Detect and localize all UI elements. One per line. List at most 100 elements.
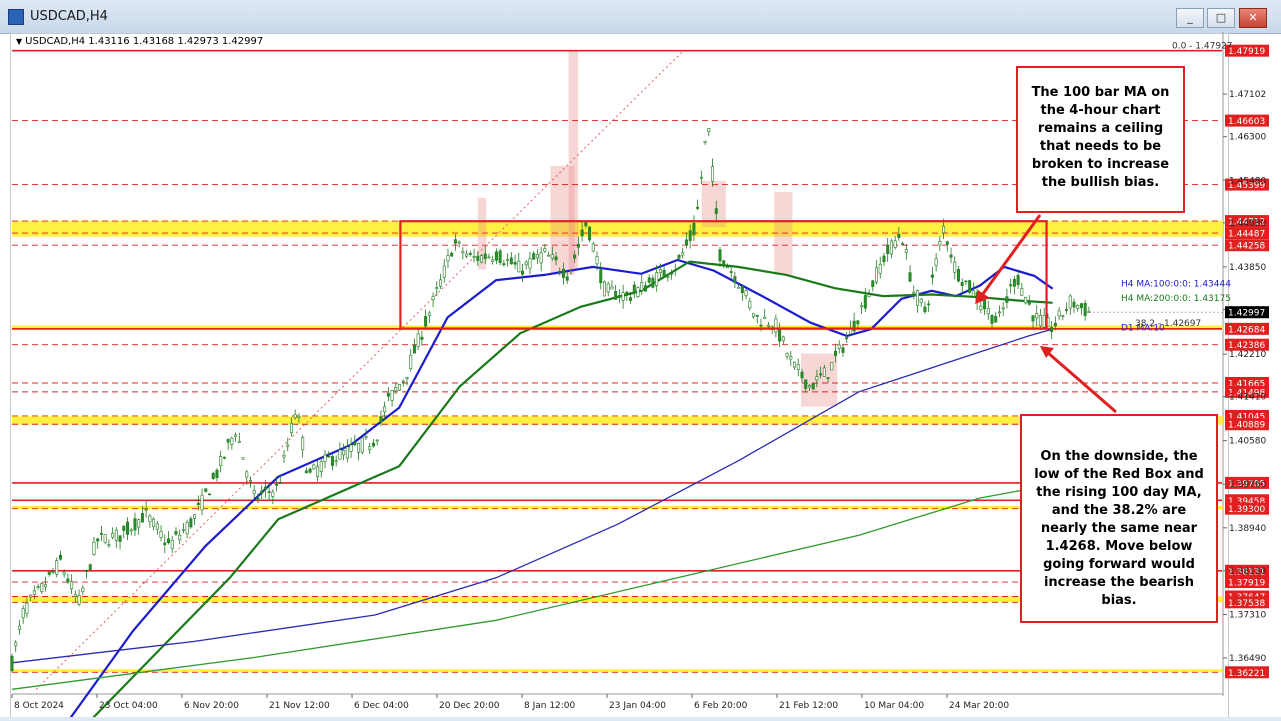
candle-body (282, 454, 286, 458)
candle-body (383, 406, 387, 413)
candle-body (673, 269, 677, 272)
candle-body (681, 252, 685, 256)
candle-body (353, 441, 357, 446)
candle-body (543, 248, 547, 252)
collapse-triangle-icon[interactable]: ▼ (16, 37, 22, 46)
candle-body (371, 442, 375, 447)
candle-body (647, 277, 651, 283)
candle-body (211, 472, 215, 479)
candle-body (155, 523, 159, 530)
candle-body (986, 308, 990, 315)
candle-body (342, 450, 346, 456)
time-tick-label: 20 Dec 20:00 (439, 701, 500, 711)
candle-body (167, 538, 171, 544)
candle-body (375, 439, 379, 442)
candle-body (983, 299, 987, 310)
candle-body (323, 454, 327, 462)
candle-body (561, 269, 565, 278)
candle-body (573, 254, 577, 259)
candle-body (491, 259, 495, 262)
price-tick-label: 1.38940 (1229, 524, 1266, 534)
candle-body (826, 377, 830, 379)
candle-body (219, 456, 223, 467)
candle-body (774, 318, 778, 333)
candle-body (278, 482, 282, 484)
candle-body (956, 269, 960, 282)
candle-body (435, 287, 439, 289)
candle-body (990, 314, 994, 324)
candle-body (77, 595, 81, 605)
candle-body (565, 276, 569, 281)
candle-body (442, 265, 446, 278)
price-level-label: 1.39300 (1228, 505, 1265, 515)
candle-body (509, 257, 513, 265)
candle-body (737, 286, 741, 289)
time-tick-label: 21 Feb 12:00 (779, 701, 838, 711)
candle-body (729, 271, 733, 273)
candle-body (524, 261, 528, 266)
candle-body (904, 249, 908, 253)
candle-body (1057, 310, 1061, 317)
candle-body (703, 140, 707, 143)
candle-body (368, 446, 372, 450)
candle-body (953, 261, 957, 273)
fib-level-label: 0.0 - 1.47927 (1172, 41, 1233, 51)
candle-body (785, 353, 789, 357)
candle-body (554, 256, 558, 261)
candle-body (640, 282, 644, 291)
candle-body (1024, 296, 1028, 304)
candle-body (871, 280, 875, 287)
candle-body (453, 239, 457, 244)
candle-body (1020, 288, 1024, 296)
candle-body (230, 437, 234, 445)
candle-body (196, 502, 200, 505)
candle-body (457, 241, 461, 244)
candle-body (927, 303, 931, 306)
candle-body (234, 434, 238, 437)
candle-body (267, 491, 271, 493)
price-level-label: 1.44487 (1228, 230, 1265, 240)
candle-body (1061, 315, 1065, 317)
candle-body (10, 655, 14, 672)
candle-body (591, 243, 595, 252)
price-tick-label: 1.40580 (1229, 437, 1266, 447)
candle-body (327, 455, 331, 458)
candle-body (834, 350, 838, 356)
annotation-arrow-bottom (1046, 350, 1117, 414)
moving-average-line (11, 484, 1053, 690)
candle-body (137, 519, 141, 528)
candle-body (349, 444, 353, 452)
candle-body (189, 518, 193, 528)
candle-body (181, 529, 185, 531)
time-tick-label: 8 Jan 12:00 (524, 701, 576, 711)
candle-body (62, 571, 66, 575)
candle-body (1068, 295, 1072, 309)
fibonacci-diagonal (35, 50, 684, 690)
candle-body (718, 249, 722, 262)
candle-body (193, 514, 197, 519)
candle-body (755, 314, 759, 317)
candle-body (21, 608, 25, 619)
candle-body (461, 251, 465, 254)
price-tick-label: 1.36490 (1229, 654, 1266, 664)
candle-body (1012, 279, 1016, 287)
candle-body (971, 290, 975, 297)
candle-body (912, 291, 916, 294)
candle-body (617, 295, 621, 298)
candle-body (1053, 322, 1057, 327)
candle-body (252, 490, 256, 494)
candle-body (405, 376, 409, 379)
candle-body (599, 269, 603, 284)
candle-body (517, 260, 521, 273)
time-tick-label: 6 Dec 04:00 (354, 701, 409, 711)
candle-body (614, 291, 618, 300)
candle-body (40, 583, 44, 592)
candle-body (401, 380, 405, 383)
candle-body (446, 255, 450, 262)
candle-body (494, 251, 498, 261)
candle-body (468, 253, 472, 255)
candle-body (312, 464, 316, 470)
candle-body (670, 272, 674, 275)
candle-body (271, 491, 275, 497)
candle-body (778, 328, 782, 342)
